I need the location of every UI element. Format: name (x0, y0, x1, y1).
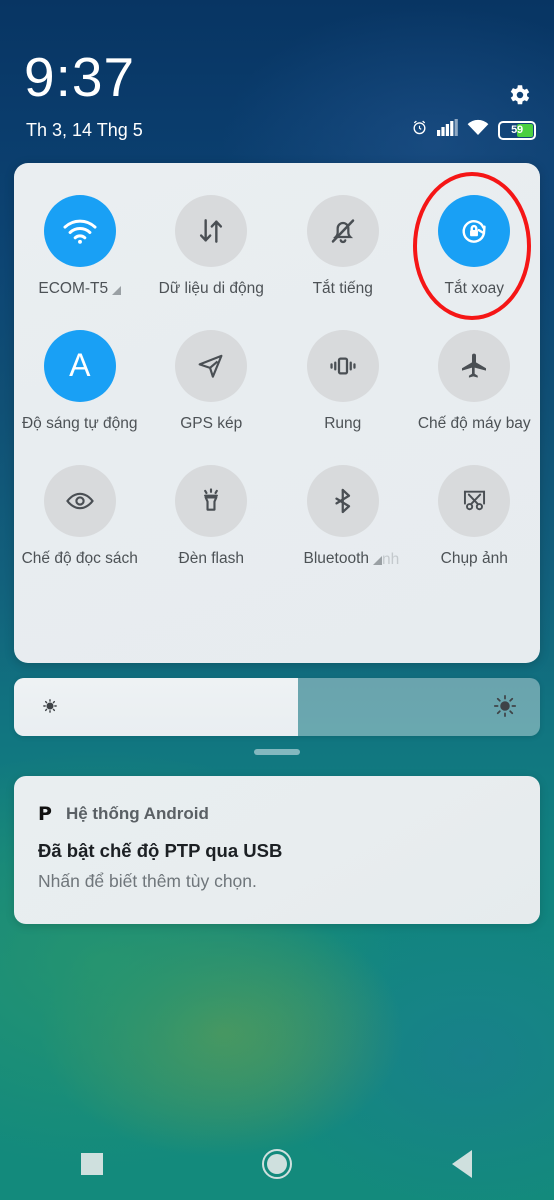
rotation-lock-icon (438, 195, 511, 267)
tile-vibrate[interactable]: Rung (277, 310, 409, 445)
screenshot-icon (438, 465, 511, 537)
tile-label: Bluetooth (303, 550, 382, 568)
tile-rotation-lock[interactable]: Tắt xoay (409, 175, 541, 310)
panel-drag-handle[interactable] (254, 749, 300, 755)
tile-label: Chế độ đọc sách (21, 550, 138, 567)
sun-large-icon (492, 693, 518, 724)
tile-label: Đèn flash (178, 550, 244, 567)
tile-airplane-mode[interactable]: Chế độ máy bay (409, 310, 541, 445)
tile-gps[interactable]: GPS kép (146, 310, 278, 445)
tile-label: Dữ liệu di động (158, 280, 264, 297)
status-icon-group: 59 (411, 119, 536, 141)
flashlight-icon (175, 465, 248, 537)
airplane-icon (438, 330, 511, 402)
ghost-label-artifact: nh (382, 551, 400, 568)
navigation-bar (0, 1128, 554, 1200)
quick-settings-panel: ECOM-T5 Dữ liệu di động Tắt tiếng Tắt xo… (14, 163, 540, 663)
tile-row: A Độ sáng tự động GPS kép Rung Chế độ má… (14, 310, 540, 445)
wifi-icon (467, 119, 489, 141)
bell-muted-icon (306, 195, 379, 267)
sun-small-icon (40, 696, 60, 721)
eye-icon (43, 465, 116, 537)
gear-icon[interactable] (506, 82, 532, 108)
mobile-data-icon (175, 195, 248, 267)
tile-flashlight[interactable]: Đèn flash (146, 445, 278, 580)
tile-auto-brightness[interactable]: A Độ sáng tự động (14, 310, 146, 445)
tile-label: Chụp ảnh (440, 550, 508, 567)
auto-brightness-glyph: A (69, 347, 91, 383)
bluetooth-icon (306, 465, 379, 537)
tile-screenshot[interactable]: Chụp ảnh (409, 445, 541, 580)
tile-row: ECOM-T5 Dữ liệu di động Tắt tiếng Tắt xo… (14, 175, 540, 310)
notification-body: Nhấn để biết thêm tùy chọn. (38, 871, 257, 891)
quick-settings-tile-grid: ECOM-T5 Dữ liệu di động Tắt tiếng Tắt xo… (14, 175, 540, 580)
battery-icon: 59 (498, 120, 536, 140)
triangle-left-icon (451, 1150, 472, 1178)
tile-label-text: Bluetooth (303, 550, 370, 567)
signal-icon (437, 119, 458, 141)
tile-label: GPS kép (180, 415, 243, 432)
gps-icon (175, 330, 248, 402)
circle-icon (262, 1149, 292, 1179)
auto-brightness-icon: A (43, 330, 116, 402)
notification-card[interactable]: P Hệ thống Android Đã bật chế độ PTP qua… (14, 776, 540, 924)
recents-button[interactable] (0, 1153, 185, 1175)
clock-date: Th 3, 14 Thg 5 (26, 120, 143, 140)
status-header: 9:37 Th 3, 14 Thg 5 59 (0, 0, 554, 160)
tile-mute[interactable]: Tắt tiếng (277, 175, 409, 310)
brightness-slider[interactable] (14, 678, 540, 736)
notification-title: Đã bật chế độ PTP qua USB (38, 840, 283, 861)
tile-label: Tắt xoay (444, 280, 504, 297)
tile-label: Chế độ máy bay (417, 415, 531, 432)
battery-level-text: 59 (511, 124, 523, 136)
tile-label-text: ECOM-T5 (38, 280, 109, 297)
vibrate-icon (306, 330, 379, 402)
square-icon (81, 1153, 104, 1175)
tile-mobile-data[interactable]: Dữ liệu di động (146, 175, 278, 310)
ptp-icon: P (38, 802, 52, 825)
alarm-icon (411, 119, 428, 141)
notification-app-name: Hệ thống Android (65, 804, 209, 823)
notification-app-row: P Hệ thống Android (38, 804, 516, 824)
sim-indicator-icon (112, 285, 122, 295)
tile-label: Độ sáng tự động (21, 415, 138, 432)
tile-wifi[interactable]: ECOM-T5 (14, 175, 146, 310)
sim-indicator-icon (373, 555, 382, 565)
tile-row: Chế độ đọc sách Đèn flash Bluetooth Chụp… (14, 445, 540, 580)
tile-label: Tắt tiếng (312, 280, 373, 297)
tile-reading-mode[interactable]: Chế độ đọc sách (14, 445, 146, 580)
clock-time: 9:37 (24, 46, 136, 108)
tile-label: Rung (324, 415, 362, 432)
home-button[interactable] (185, 1149, 370, 1179)
back-button[interactable] (369, 1150, 554, 1178)
wifi-icon (43, 195, 116, 267)
tile-label: ECOM-T5 (38, 280, 122, 298)
